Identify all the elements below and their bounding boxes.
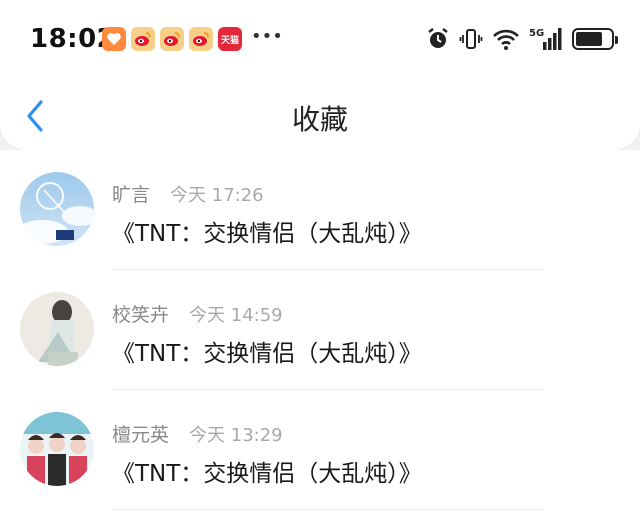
- notification-icons: 天猫 •••: [102, 25, 283, 51]
- sender-name[interactable]: 檀元英: [112, 420, 169, 447]
- avatar[interactable]: [20, 412, 94, 486]
- weibo-icon: [160, 27, 184, 51]
- favorite-content[interactable]: 《TNT：交换情侣（大乱炖）》: [112, 334, 422, 368]
- avatar[interactable]: [20, 172, 94, 246]
- avatar[interactable]: [20, 292, 94, 366]
- timestamp: 今天 17:26: [170, 185, 264, 206]
- list-item[interactable]: 校笑卉 今天 14:59 《TNT：交换情侣（大乱炖）》: [0, 270, 640, 390]
- timestamp: 今天 13:29: [189, 425, 283, 446]
- favorite-content[interactable]: 《TNT：交换情侣（大乱炖）》: [112, 214, 422, 248]
- nav-bar: 收藏: [0, 80, 640, 150]
- weibo-icon: [189, 27, 213, 51]
- sender-name[interactable]: 校笑卉: [112, 300, 169, 327]
- cellular-5g-icon: 5G: [529, 26, 563, 52]
- battery-level: [576, 32, 602, 46]
- network-label: 5G: [529, 28, 544, 39]
- status-bar: 18:02 天猫 ••• 5G: [0, 0, 640, 80]
- favorites-list: 旷言 今天 17:26 《TNT：交换情侣（大乱炖）》 校笑卉 今天 14:59…: [0, 150, 640, 513]
- system-icons: 5G: [426, 26, 618, 52]
- divider: [112, 509, 542, 510]
- more-notifications-icon: •••: [251, 25, 283, 47]
- favorite-content[interactable]: 《TNT：交换情侣（大乱炖）》: [112, 454, 422, 488]
- tmall-icon: 天猫: [218, 27, 242, 51]
- list-item[interactable]: 檀元英 今天 13:29 《TNT：交换情侣（大乱炖）》: [0, 390, 640, 510]
- weibo-icon: [131, 27, 155, 51]
- sender-name[interactable]: 旷言: [112, 180, 150, 207]
- list-item[interactable]: 旷言 今天 17:26 《TNT：交换情侣（大乱炖）》: [0, 150, 640, 270]
- orange-app-icon: [102, 27, 126, 51]
- alarm-icon: [426, 27, 450, 51]
- battery-icon: [572, 28, 618, 50]
- timestamp: 今天 14:59: [189, 305, 283, 326]
- vibrate-icon: [459, 27, 483, 51]
- wifi-icon: [492, 27, 520, 51]
- page-title: 收藏: [291, 103, 348, 136]
